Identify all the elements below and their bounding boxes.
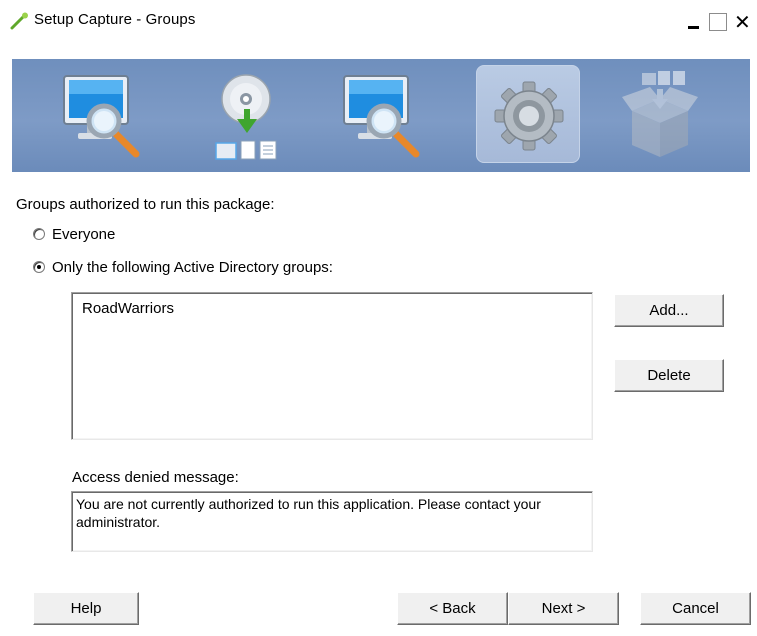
minimize-button[interactable] <box>685 13 703 31</box>
cancel-button[interactable]: Cancel <box>640 592 751 625</box>
window-title: Setup Capture - Groups <box>34 11 196 28</box>
step-settings-active <box>476 65 580 163</box>
delete-button[interactable]: Delete <box>614 359 724 392</box>
access-denied-message-text: You are not currently authorized to run … <box>76 496 541 530</box>
wand-icon <box>10 12 28 30</box>
back-button[interactable]: < Back <box>397 592 508 625</box>
step-install-icon <box>208 59 312 172</box>
active-directory-radio[interactable] <box>33 261 45 273</box>
step-capture-after-icon <box>332 59 436 172</box>
maximize-button[interactable] <box>709 13 727 31</box>
add-button[interactable]: Add... <box>614 294 724 327</box>
groups-listbox[interactable]: RoadWarriors <box>71 292 593 440</box>
groups-heading: Groups authorized to run this package: <box>16 196 275 213</box>
access-denied-message-field[interactable]: You are not currently authorized to run … <box>71 491 593 552</box>
gear-icon <box>494 81 564 151</box>
step-capture-before-icon <box>52 59 156 172</box>
everyone-label[interactable]: Everyone <box>52 226 115 243</box>
next-button[interactable]: Next > <box>508 592 619 625</box>
active-directory-label[interactable]: Only the following Active Directory grou… <box>52 259 333 276</box>
close-button[interactable]: ✕ <box>734 12 752 32</box>
list-item[interactable]: RoadWarriors <box>82 300 174 317</box>
access-denied-label: Access denied message: <box>72 469 239 486</box>
title-bar[interactable]: Setup Capture - Groups ✕ <box>0 0 757 40</box>
wizard-steps-banner <box>12 59 750 172</box>
step-package-icon <box>608 59 712 172</box>
everyone-radio[interactable] <box>33 228 45 240</box>
help-button[interactable]: Help <box>33 592 139 625</box>
